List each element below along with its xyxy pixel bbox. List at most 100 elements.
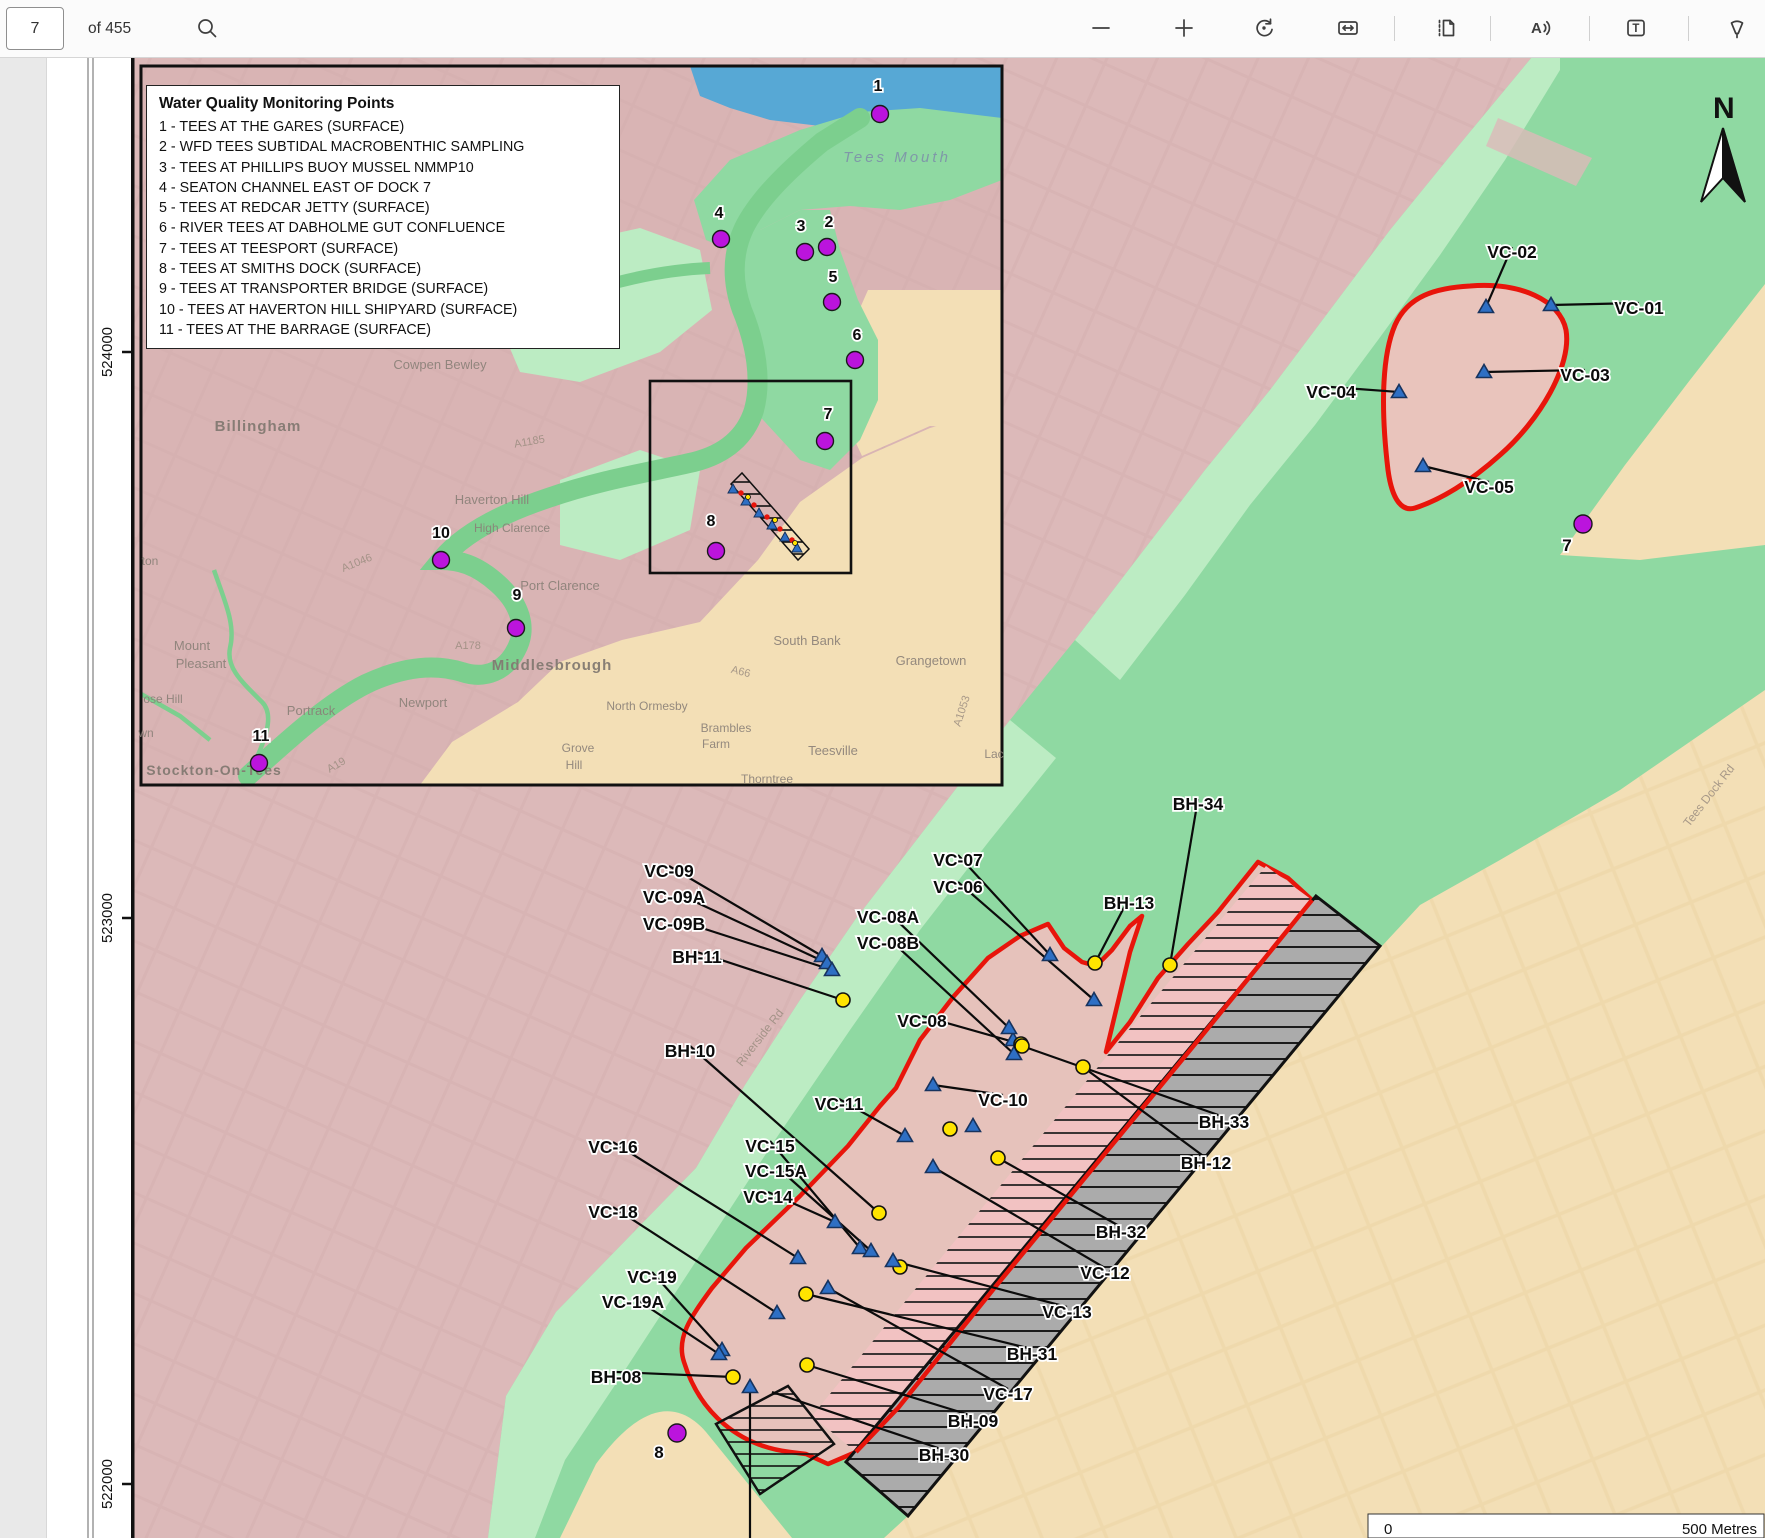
bh-marker — [836, 993, 850, 1007]
bh-marker — [799, 1287, 813, 1301]
bh-marker — [726, 1370, 740, 1384]
monitoring-point-label: 7 — [1562, 536, 1571, 555]
monitoring-point — [508, 620, 525, 637]
inset-place-label: Portrack — [287, 703, 336, 718]
inset-place-label: Mount — [174, 638, 211, 653]
monitoring-point — [668, 1424, 686, 1442]
legend-title: Water Quality Monitoring Points — [159, 95, 607, 113]
red-dot-marker — [751, 502, 756, 507]
map-callout-label: BH-11 — [672, 947, 722, 967]
legend-item: 3 - TEES AT PHILLIPS BUOY MUSSEL NMMP10 — [159, 158, 607, 178]
map-callout-label: VC-08A — [857, 907, 920, 927]
map-callout-label: BH-08 — [591, 1367, 642, 1387]
monitoring-point-label: 9 — [513, 587, 522, 604]
map-callout-label: VC-18 — [588, 1202, 638, 1222]
map-callout-label: VC-09 — [644, 861, 694, 881]
map-callout-label: VC-09B — [643, 914, 705, 934]
svg-text:N: N — [1713, 92, 1735, 125]
bh-marker-small — [746, 495, 751, 500]
fit-to-width-icon[interactable] — [1332, 12, 1364, 44]
monitoring-point-label: 6 — [853, 327, 862, 344]
inset-place-label: Billingham — [215, 418, 302, 435]
bh-marker — [1088, 956, 1102, 970]
rotate-icon[interactable] — [1248, 12, 1280, 44]
inset-place-label: ton — [142, 554, 159, 568]
legend-item: 11 - TEES AT THE BARRAGE (SURFACE) — [159, 320, 607, 340]
legend-item: 10 - TEES AT HAVERTON HILL SHIPYARD (SUR… — [159, 300, 607, 320]
monitoring-point-label: 10 — [432, 525, 450, 542]
inset-place-label: Teesville — [808, 743, 858, 758]
map-callout-label: VC-12 — [1080, 1263, 1130, 1283]
map-callout-label: VC-19 — [627, 1267, 677, 1287]
map-callout-label: VC-07 — [933, 850, 983, 870]
page-view-icon[interactable] — [1430, 12, 1462, 44]
map-callout-label: VC-17 — [983, 1384, 1033, 1404]
map-callout-label: BH-13 — [1104, 893, 1155, 913]
monitoring-point — [847, 352, 864, 369]
zoom-in-icon[interactable] — [1168, 12, 1200, 44]
map-callout-label: VC-15 — [745, 1136, 795, 1156]
legend-item: 7 - TEES AT TEESPORT (SURFACE) — [159, 239, 607, 259]
map-callout-label: VC-09A — [643, 887, 706, 907]
map-callout-label: BH-12 — [1181, 1153, 1232, 1173]
inset-place-label: Newport — [399, 695, 448, 710]
axis-label: 524000 — [99, 327, 116, 377]
monitoring-point-label: 5 — [829, 269, 838, 286]
legend-item: 8 - TEES AT SMITHS DOCK (SURFACE) — [159, 259, 607, 279]
inset-place-label: wn — [137, 726, 153, 740]
map-callout-label: VC-14 — [743, 1187, 793, 1207]
monitoring-point — [797, 244, 814, 261]
inset-place-label: Port Clarence — [520, 578, 599, 593]
map-callout-label: VC-03 — [1560, 365, 1610, 385]
inset-place-label: Grove — [562, 741, 595, 755]
map-callout-label: VC-08 — [897, 1011, 947, 1031]
map-callout-label: VC-11 — [815, 1094, 864, 1114]
legend-item: 1 - TEES AT THE GARES (SURFACE) — [159, 117, 607, 137]
map-callout-label: VC-02 — [1487, 242, 1537, 262]
inset-place-label: Pleasant — [176, 656, 227, 671]
svg-text:0: 0 — [1384, 1521, 1392, 1538]
inset-place-label: Middlesbrough — [492, 657, 613, 674]
red-dot-marker — [777, 526, 782, 531]
map-callout-label: BH-10 — [665, 1041, 716, 1061]
inset-place-label: Farm — [702, 737, 730, 751]
draw-pen-icon[interactable] — [1721, 12, 1753, 44]
map-callout-label: BH-34 — [1173, 794, 1224, 814]
map-callout-label: BH-09 — [948, 1411, 999, 1431]
inset-place-label: Cowpen Bewley — [393, 357, 487, 372]
bh-marker — [800, 1358, 814, 1372]
map-callout-label: VC-08B — [857, 933, 919, 953]
inset-place-label: Thorntree — [741, 772, 793, 786]
monitoring-point — [708, 543, 725, 560]
scale-bar: 0 500 Metres — [1368, 1514, 1764, 1538]
red-dot-marker — [764, 514, 769, 519]
search-icon[interactable] — [191, 12, 223, 44]
legend-item: 4 - SEATON CHANNEL EAST OF DOCK 7 — [159, 178, 607, 198]
bh-marker — [1015, 1039, 1029, 1053]
legend-item: 9 - TEES AT TRANSPORTER BRIDGE (SURFACE) — [159, 279, 607, 299]
monitoring-point — [819, 239, 836, 256]
monitoring-point — [817, 433, 834, 450]
monitoring-point — [713, 231, 730, 248]
monitoring-point-label: 3 — [797, 218, 806, 235]
inset-place-label: Hill — [566, 758, 583, 772]
inset-place-label: Brambles — [701, 721, 752, 735]
inset-place-label: Tees Mouth — [843, 149, 951, 166]
bh-marker-small — [773, 518, 778, 523]
page-number-input[interactable]: 7 — [6, 7, 64, 50]
monitoring-point-label: 8 — [654, 1443, 663, 1462]
monitoring-point-label: 2 — [825, 214, 834, 231]
monitoring-point-label: 11 — [253, 728, 270, 745]
read-aloud-icon[interactable]: A — [1524, 12, 1556, 44]
map-callout-label: VC-06 — [933, 877, 983, 897]
map-callout-label: BH-33 — [1199, 1112, 1250, 1132]
legend-box: Water Quality Monitoring Points 1 - TEES… — [146, 85, 620, 349]
map-callout-label: VC-01 — [1614, 298, 1664, 318]
monitoring-point-label: 1 — [874, 78, 883, 95]
svg-text:500 Metres: 500 Metres — [1682, 1521, 1757, 1538]
map-axis: 524000523000522000 — [99, 327, 133, 1509]
monitoring-point — [872, 106, 889, 123]
monitoring-point — [433, 552, 450, 569]
add-text-icon[interactable]: T — [1620, 12, 1652, 44]
zoom-out-icon[interactable] — [1085, 12, 1117, 44]
